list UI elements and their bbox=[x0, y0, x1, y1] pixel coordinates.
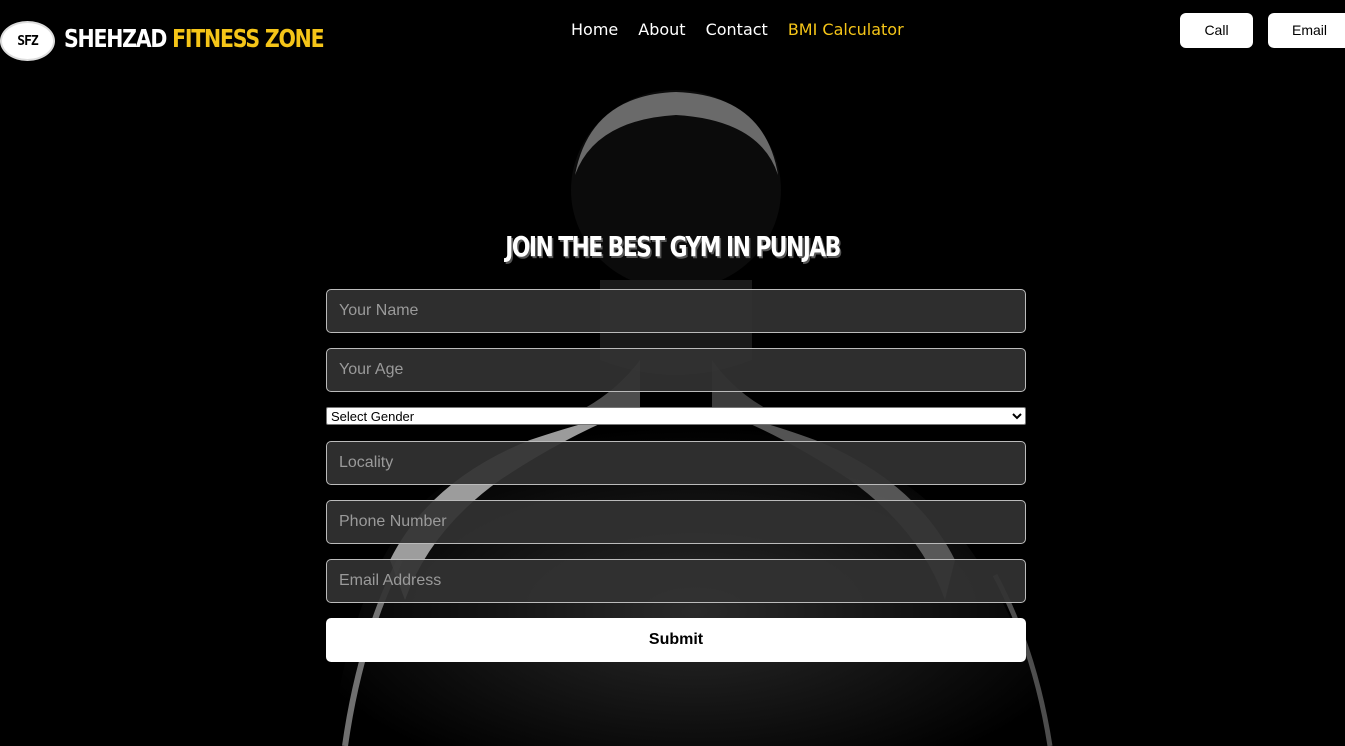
logo-mark-icon: SFZ bbox=[17, 33, 39, 49]
page-title: JOIN THE BEST GYM IN PUNJAB bbox=[505, 230, 841, 263]
brand-name[interactable]: SHEHZAD FITNESS ZONE bbox=[64, 24, 325, 53]
nav-contact[interactable]: Contact bbox=[706, 20, 768, 40]
nav-bmi-calculator[interactable]: BMI Calculator bbox=[788, 20, 904, 40]
gym-logo[interactable]: SFZ bbox=[0, 21, 55, 61]
brand-name-white: SHEHZAD bbox=[64, 24, 173, 53]
main-nav: Home About Contact BMI Calculator bbox=[571, 20, 904, 40]
name-input[interactable] bbox=[326, 289, 1026, 333]
gender-select[interactable]: Select Gender bbox=[326, 407, 1026, 425]
nav-about[interactable]: About bbox=[638, 20, 685, 40]
locality-input[interactable] bbox=[326, 441, 1026, 485]
join-form: Select Gender Submit bbox=[326, 289, 1026, 662]
email-us-button[interactable]: Email Us bbox=[1268, 13, 1345, 73]
brand-name-yellow: FITNESS ZONE bbox=[172, 24, 324, 53]
email-input[interactable] bbox=[326, 559, 1026, 603]
nav-home[interactable]: Home bbox=[571, 20, 618, 40]
phone-input[interactable] bbox=[326, 500, 1026, 544]
call-us-button[interactable]: Call Us bbox=[1180, 13, 1253, 73]
age-input[interactable] bbox=[326, 348, 1026, 392]
site-header: SFZ SHEHZAD FITNESS ZONE Home About Cont… bbox=[0, 0, 1345, 82]
submit-button[interactable]: Submit bbox=[326, 618, 1026, 662]
